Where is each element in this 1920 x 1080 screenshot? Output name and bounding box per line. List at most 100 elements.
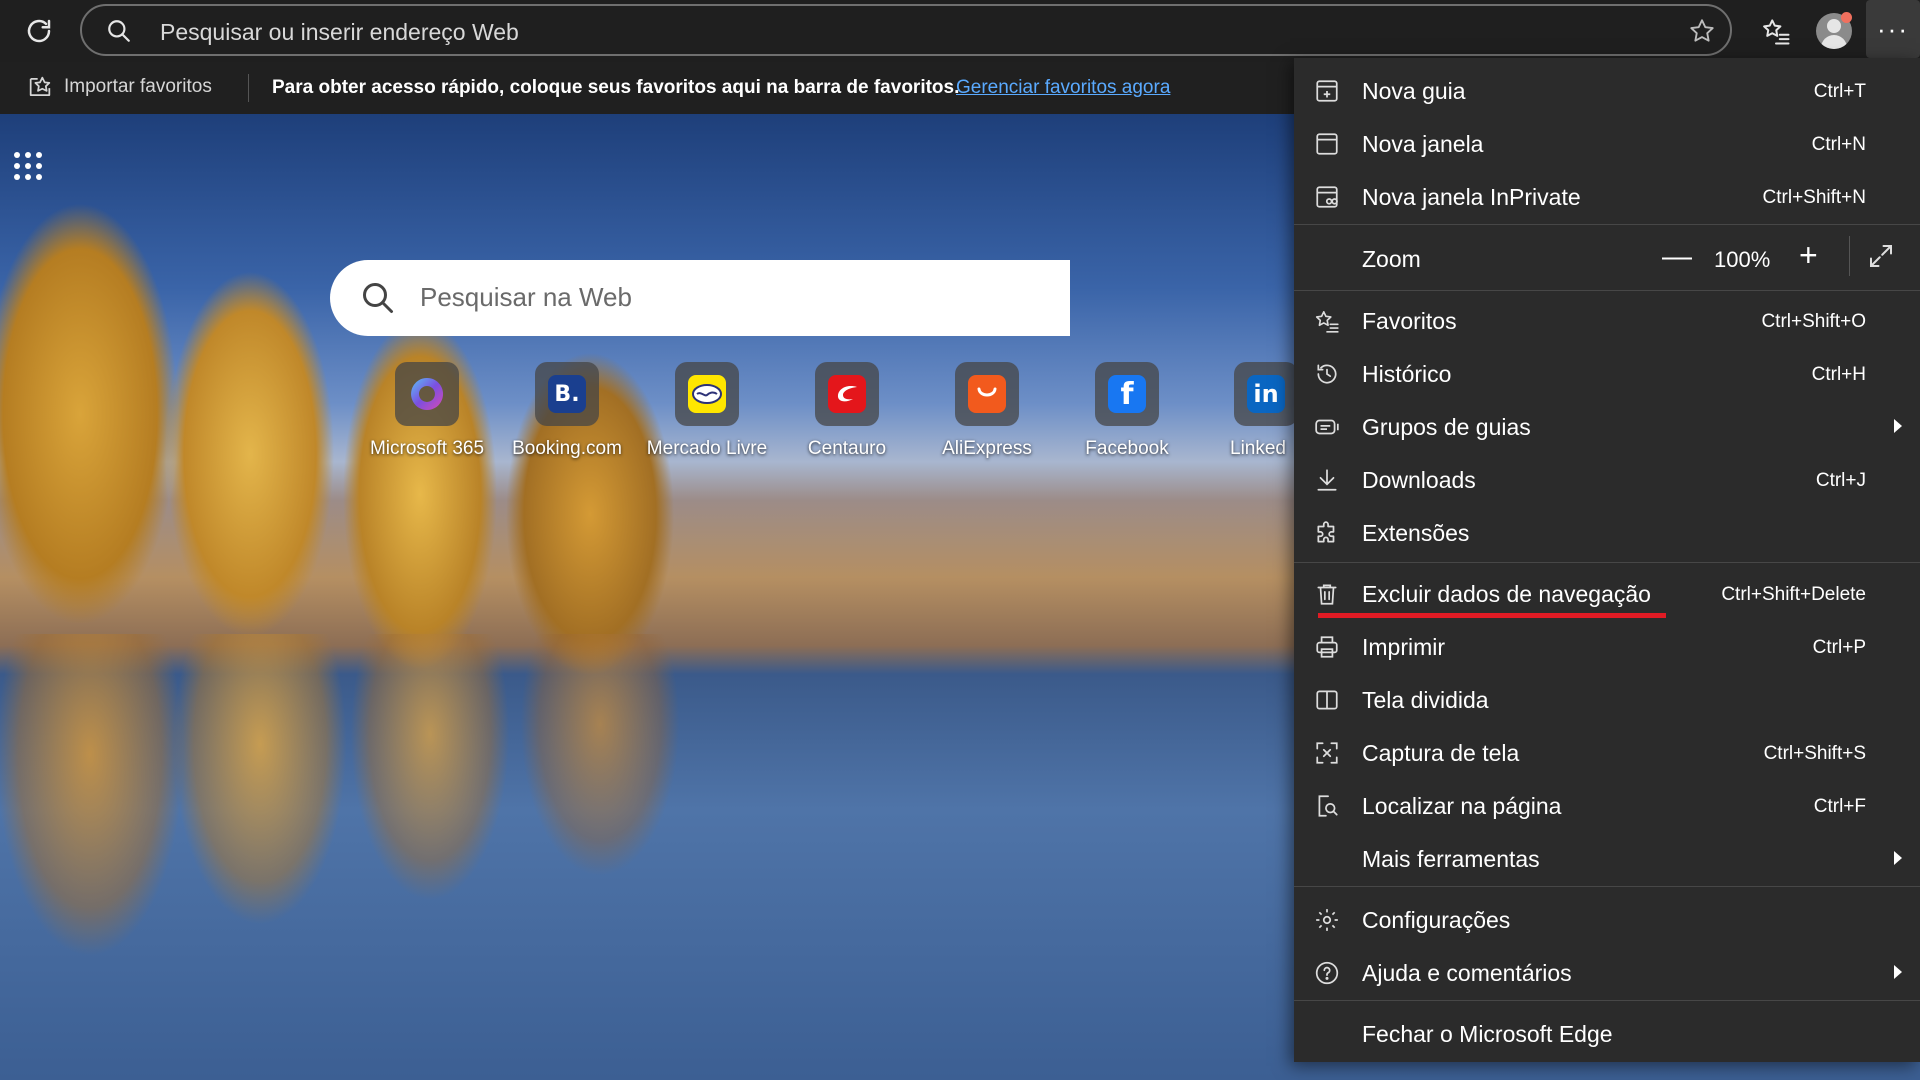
reload-icon [27, 19, 51, 43]
submenu-arrow-icon [1894, 851, 1902, 865]
settings-and-more-menu: Nova guia Ctrl+T Nova janela Ctrl+N Nova… [1294, 58, 1920, 1062]
fullscreen-icon[interactable] [1866, 241, 1896, 271]
profile-button[interactable] [1808, 6, 1860, 56]
history-icon [1317, 364, 1337, 384]
app-launcher-icon[interactable] [12, 150, 44, 182]
menu-item-shortcut: Ctrl+H [1811, 364, 1866, 385]
tab-groups-icon [1315, 419, 1339, 435]
quick-link-label: Microsoft 365 [369, 438, 485, 459]
menu-item-inprivate-window[interactable]: Nova janela InPrivate Ctrl+Shift+N [1294, 172, 1920, 222]
menu-item-shortcut: Ctrl+N [1811, 134, 1866, 155]
highlight-underline [1318, 613, 1666, 618]
web-search-placeholder: Pesquisar na Web [420, 282, 632, 312]
menu-item-tab-groups[interactable]: Grupos de guias [1294, 402, 1920, 452]
new-tab-icon [1316, 80, 1338, 102]
quick-link-tile [815, 362, 879, 426]
quick-link-aliexpress[interactable]: AliExpress [922, 362, 1052, 460]
quick-link-linkedin[interactable]: in Linked [1202, 362, 1294, 460]
menu-item-shortcut: Ctrl+Shift+N [1762, 187, 1866, 208]
favorites-icon [1315, 310, 1339, 333]
menu-item-downloads[interactable]: Downloads Ctrl+J [1294, 455, 1920, 505]
menu-item-shortcut: Ctrl+P [1812, 637, 1866, 658]
menu-item-clear-browsing-data[interactable]: Excluir dados de navegação Ctrl+Shift+De… [1294, 569, 1920, 619]
settings-and-more-button[interactable]: ··· [1866, 0, 1920, 58]
menu-item-label: Localizar na página [1362, 793, 1562, 819]
find-icon [1318, 795, 1338, 817]
quick-link-tile: in [1234, 362, 1294, 426]
menu-item-label: Tela dividida [1362, 687, 1489, 713]
quick-link-label: AliExpress [942, 438, 1032, 459]
quick-link-label: Linked [1230, 438, 1286, 459]
submenu-arrow-icon [1894, 419, 1902, 433]
search-icon [363, 283, 393, 313]
web-search-box[interactable]: Pesquisar na Web [330, 260, 1070, 336]
quick-link-centauro[interactable]: Centauro [782, 362, 912, 460]
menu-item-label: Configurações [1362, 907, 1511, 933]
search-icon [108, 20, 130, 42]
menu-item-close-edge[interactable]: Fechar o Microsoft Edge [1294, 1009, 1920, 1059]
menu-item-new-tab[interactable]: Nova guia Ctrl+T [1294, 66, 1920, 116]
menu-item-shortcut: Ctrl+Shift+Delete [1721, 584, 1866, 605]
import-favorites-icon [29, 76, 51, 97]
menu-item-label: Excluir dados de navegação [1362, 581, 1651, 607]
menu-item-label: Nova janela InPrivate [1362, 184, 1581, 210]
aliexpress-logo-icon [968, 375, 1006, 413]
menu-item-new-window[interactable]: Nova janela Ctrl+N [1294, 119, 1920, 169]
favorites-bar-divider [248, 74, 249, 102]
menu-item-shortcut: Ctrl+Shift+S [1763, 743, 1866, 764]
browser-toolbar: Pesquisar ou inserir endereço Web ··· [0, 0, 1920, 62]
menu-item-screenshot[interactable]: Captura de tela Ctrl+Shift+S [1294, 728, 1920, 778]
quick-link-tile [675, 362, 739, 426]
quick-link-mercado-livre[interactable]: Mercado Livre [642, 362, 772, 460]
quick-link-tile [955, 362, 1019, 426]
favorites-hint: Para obter acesso rápido, coloque seus f… [272, 77, 960, 98]
zoom-in-button[interactable]: + [1799, 237, 1818, 274]
address-placeholder: Pesquisar ou inserir endereço Web [160, 19, 519, 45]
menu-item-more-tools[interactable]: Mais ferramentas [1294, 834, 1920, 884]
menu-item-zoom: Zoom — 100% + [1294, 230, 1920, 286]
import-favorites-label: Importar favoritos [64, 76, 212, 97]
menu-item-label: Downloads [1362, 467, 1476, 493]
microsoft-365-logo-icon [411, 378, 444, 410]
more-dots-icon: ··· [1877, 13, 1909, 44]
menu-item-shortcut: Ctrl+T [1813, 81, 1866, 102]
gear-icon [1316, 909, 1338, 931]
import-favorites-button[interactable]: Importar favoritos [26, 74, 212, 100]
print-icon [1316, 636, 1338, 658]
quick-link-facebook[interactable]: f Facebook [1062, 362, 1192, 460]
menu-item-shortcut: Ctrl+J [1815, 470, 1866, 491]
extensions-icon [1317, 521, 1335, 543]
zoom-value: 100% [1714, 247, 1771, 272]
menu-item-label: Mais ferramentas [1362, 846, 1540, 872]
background-reflection [0, 634, 720, 1074]
screenshot-icon [1316, 742, 1338, 764]
address-bar[interactable]: Pesquisar ou inserir endereço Web [80, 4, 1732, 56]
menu-divider [1294, 224, 1920, 225]
quick-link-tile: B. [535, 362, 599, 426]
reload-button[interactable] [14, 10, 64, 52]
menu-item-label: Captura de tela [1362, 740, 1520, 766]
menu-item-label: Histórico [1362, 361, 1452, 387]
inprivate-icon [1316, 186, 1338, 208]
quick-link-label: Centauro [807, 438, 887, 459]
menu-divider [1294, 290, 1920, 291]
favorites-button[interactable] [1752, 8, 1800, 54]
quick-link-booking[interactable]: B. Booking.com [502, 362, 632, 460]
menu-item-help-feedback[interactable]: Ajuda e comentários [1294, 948, 1920, 998]
menu-divider [1294, 562, 1920, 563]
linkedin-logo-icon: in [1247, 375, 1285, 413]
menu-item-favorites[interactable]: Favoritos Ctrl+Shift+O [1294, 296, 1920, 346]
zoom-out-button[interactable]: — [1662, 240, 1692, 274]
menu-item-extensions[interactable]: Extensões [1294, 508, 1920, 558]
quick-link-microsoft-365[interactable]: Microsoft 365 [362, 362, 492, 460]
menu-item-print[interactable]: Imprimir Ctrl+P [1294, 622, 1920, 672]
menu-item-history[interactable]: Histórico Ctrl+H [1294, 349, 1920, 399]
menu-item-find-on-page[interactable]: Localizar na página Ctrl+F [1294, 781, 1920, 831]
menu-item-label: Extensões [1362, 520, 1470, 546]
menu-item-settings[interactable]: Configurações [1294, 895, 1920, 945]
manage-favorites-link[interactable]: Gerenciar favoritos agora [956, 77, 1170, 99]
add-favorite-star-icon[interactable] [1688, 17, 1716, 45]
menu-item-split-screen[interactable]: Tela dividida [1294, 675, 1920, 725]
quick-link-tile: f [1095, 362, 1159, 426]
menu-item-label: Imprimir [1362, 634, 1446, 660]
